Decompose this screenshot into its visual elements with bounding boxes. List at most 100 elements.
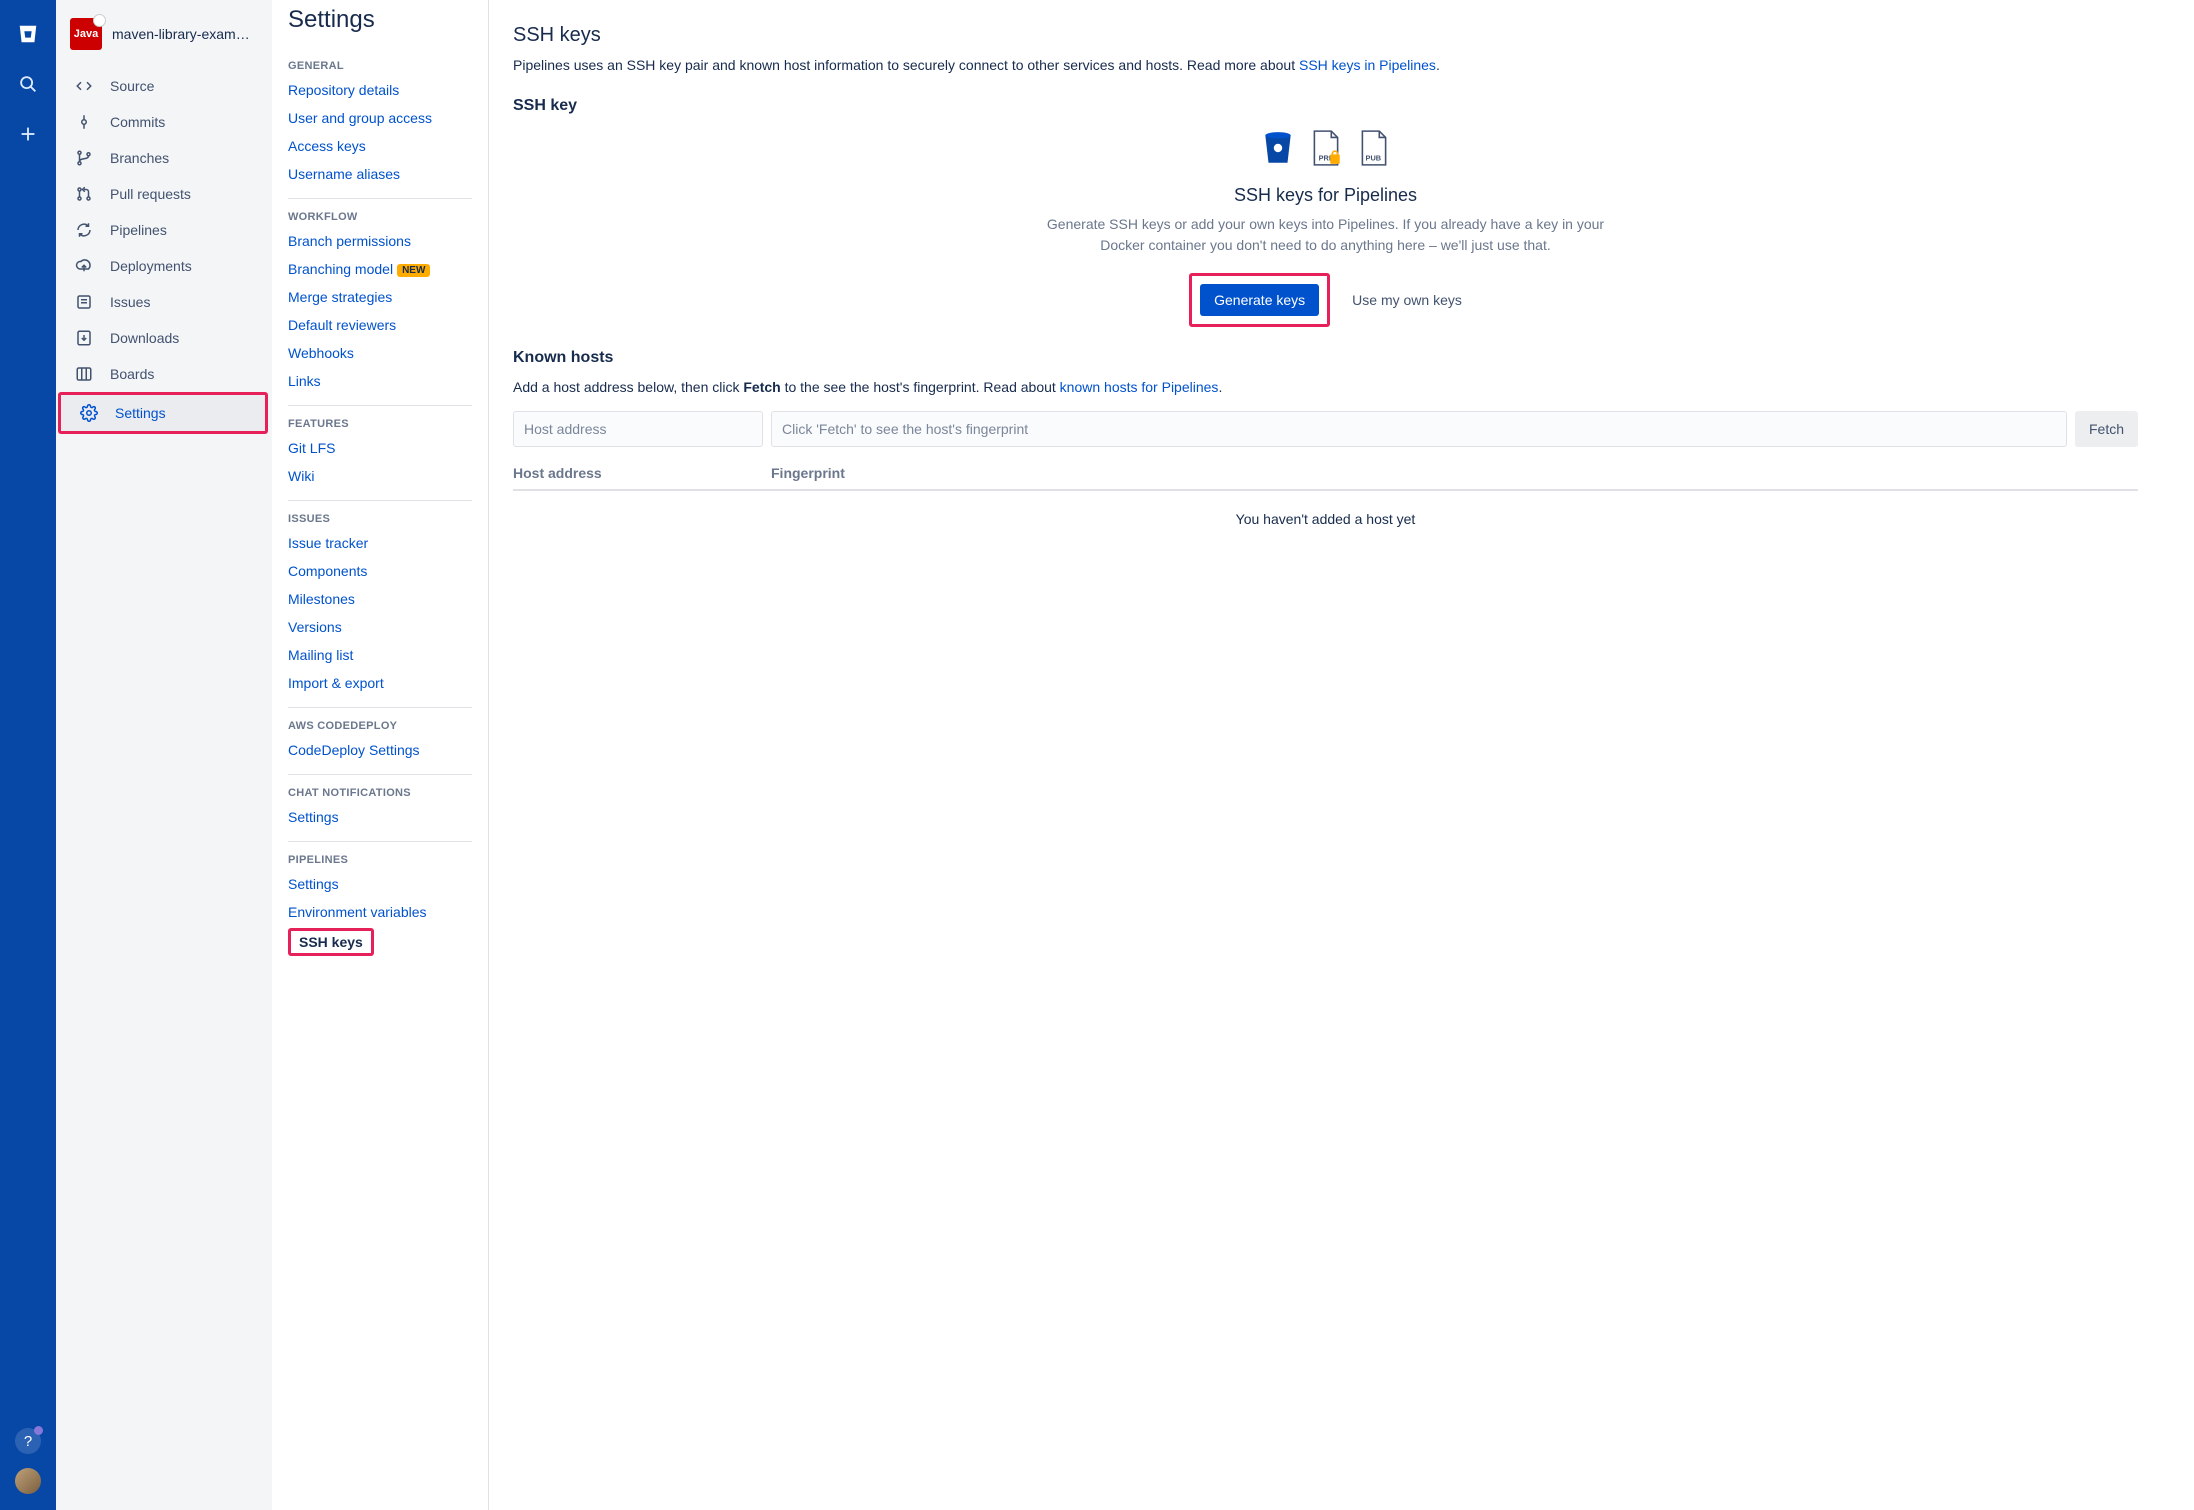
fetch-button[interactable]: Fetch <box>2075 411 2138 447</box>
ssh-panel-title: SSH keys for Pipelines <box>1046 185 1606 206</box>
commits-icon <box>74 112 94 132</box>
settings-link[interactable]: User and group access <box>288 104 472 132</box>
boards-icon <box>74 364 94 384</box>
settings-sidebar: Settings GENERALRepository detailsUser a… <box>272 0 488 1510</box>
pipelines-icon <box>74 220 94 240</box>
bitbucket-logo-icon[interactable] <box>12 18 44 50</box>
settings-title: Settings <box>288 0 472 48</box>
repo-nav-label: Branches <box>110 150 169 166</box>
settings-link[interactable]: Environment variables <box>288 898 472 926</box>
settings-link[interactable]: Access keys <box>288 132 472 160</box>
settings-link[interactable]: Settings <box>288 803 472 831</box>
ssh-empty-panel: PRI PUB SSH keys for Pipelines Generate … <box>1046 129 1606 327</box>
global-nav-rail: ? <box>0 0 56 1510</box>
repo-nav-label: Boards <box>110 366 154 382</box>
new-badge: NEW <box>397 264 430 277</box>
search-icon[interactable] <box>12 68 44 100</box>
repo-nav-source[interactable]: Source <box>56 68 272 104</box>
repo-nav-commits[interactable]: Commits <box>56 104 272 140</box>
repo-nav-boards[interactable]: Boards <box>56 356 272 392</box>
repo-nav-branches[interactable]: Branches <box>56 140 272 176</box>
settings-group-head: AWS CODEDEPLOY <box>288 708 472 736</box>
settings-group-head: PIPELINES <box>288 842 472 870</box>
settings-group-head: ISSUES <box>288 501 472 529</box>
user-avatar[interactable] <box>15 1468 41 1494</box>
repo-nav-label: Source <box>110 78 154 94</box>
settings-link[interactable]: Repository details <box>288 76 472 104</box>
settings-link[interactable]: Issue tracker <box>288 529 472 557</box>
settings-link[interactable]: Mailing list <box>288 641 472 669</box>
repo-nav-label: Downloads <box>110 330 179 346</box>
bucket-icon <box>1261 129 1295 167</box>
intro-text: Pipelines uses an SSH key pair and known… <box>513 55 2138 75</box>
settings-icon <box>79 403 99 423</box>
settings-link[interactable]: CodeDeploy Settings <box>288 736 472 764</box>
repo-sidebar: Java maven-library-exam… Source Commits Br… <box>56 0 272 1510</box>
known-hosts-docs-link[interactable]: known hosts for Pipelines <box>1060 379 1219 395</box>
page-heading: SSH keys <box>513 24 2138 47</box>
pull-requests-icon <box>74 184 94 204</box>
settings-link[interactable]: Components <box>288 557 472 585</box>
settings-link[interactable]: Links <box>288 367 472 395</box>
repo-nav-label: Deployments <box>110 258 192 274</box>
ssh-keys-docs-link[interactable]: SSH keys in Pipelines <box>1299 57 1436 73</box>
fingerprint-input[interactable] <box>771 411 2067 447</box>
repo-nav-label: Issues <box>110 294 150 310</box>
private-key-file-icon: PRI <box>1309 129 1343 167</box>
public-key-file-icon: PUB <box>1357 129 1391 167</box>
source-icon <box>74 76 94 96</box>
downloads-icon <box>74 328 94 348</box>
known-hosts-text: Add a host address below, then click Fet… <box>513 377 2138 397</box>
settings-link[interactable]: Git LFS <box>288 434 472 462</box>
deployments-icon <box>74 256 94 276</box>
settings-link[interactable]: Wiki <box>288 462 472 490</box>
settings-link[interactable]: Username aliases <box>288 160 472 188</box>
repo-nav-label: Commits <box>110 114 165 130</box>
settings-link[interactable]: Webhooks <box>288 339 472 367</box>
repo-nav-label: Pipelines <box>110 222 167 238</box>
settings-link[interactable]: Branch permissions <box>288 227 472 255</box>
settings-link[interactable]: Merge strategies <box>288 283 472 311</box>
svg-text:PUB: PUB <box>1365 154 1381 163</box>
create-icon[interactable] <box>12 118 44 150</box>
settings-link[interactable]: Default reviewers <box>288 311 472 339</box>
repo-nav-label: Settings <box>115 405 166 421</box>
settings-group-head: WORKFLOW <box>288 199 472 227</box>
repo-nav-label: Pull requests <box>110 186 191 202</box>
settings-group-head: CHAT NOTIFICATIONS <box>288 775 472 803</box>
repo-nav-pipelines[interactable]: Pipelines <box>56 212 272 248</box>
settings-group-head: GENERAL <box>288 48 472 76</box>
use-my-own-keys-link[interactable]: Use my own keys <box>1352 292 1462 308</box>
ssh-key-illustration: PRI PUB <box>1046 129 1606 167</box>
repo-nav-settings[interactable]: Settings <box>58 392 268 434</box>
issues-icon <box>74 292 94 312</box>
help-icon[interactable]: ? <box>15 1428 41 1454</box>
repo-nav-pull-requests[interactable]: Pull requests <box>56 176 272 212</box>
col-host-address: Host address <box>513 465 763 481</box>
settings-link[interactable]: SSH keys <box>288 928 374 956</box>
settings-link[interactable]: Import & export <box>288 669 472 697</box>
generate-keys-highlight: Generate keys <box>1189 273 1330 327</box>
settings-link[interactable]: Settings <box>288 870 472 898</box>
settings-group-head: FEATURES <box>288 406 472 434</box>
branches-icon <box>74 148 94 168</box>
repo-nav-downloads[interactable]: Downloads <box>56 320 272 356</box>
col-fingerprint: Fingerprint <box>771 465 2138 481</box>
main-content: SSH keys Pipelines uses an SSH key pair … <box>488 0 2194 1510</box>
settings-link[interactable]: Versions <box>288 613 472 641</box>
repo-nav-issues[interactable]: Issues <box>56 284 272 320</box>
known-hosts-heading: Known hosts <box>513 349 2138 367</box>
repo-logo: Java <box>70 18 102 50</box>
known-hosts-empty-state: You haven't added a host yet <box>513 491 2138 547</box>
generate-keys-button[interactable]: Generate keys <box>1200 284 1319 316</box>
ssh-key-section-heading: SSH key <box>513 97 2138 115</box>
settings-link[interactable]: Branching modelNEW <box>288 255 472 283</box>
known-hosts-form: Fetch <box>513 411 2138 447</box>
settings-link[interactable]: Milestones <box>288 585 472 613</box>
repo-header[interactable]: Java maven-library-exam… <box>56 18 272 68</box>
host-address-input[interactable] <box>513 411 763 447</box>
known-hosts-table-header: Host address Fingerprint <box>513 465 2138 491</box>
ssh-panel-description: Generate SSH keys or add your own keys i… <box>1046 214 1606 255</box>
repo-nav-deployments[interactable]: Deployments <box>56 248 272 284</box>
repo-name: maven-library-exam… <box>112 26 250 42</box>
